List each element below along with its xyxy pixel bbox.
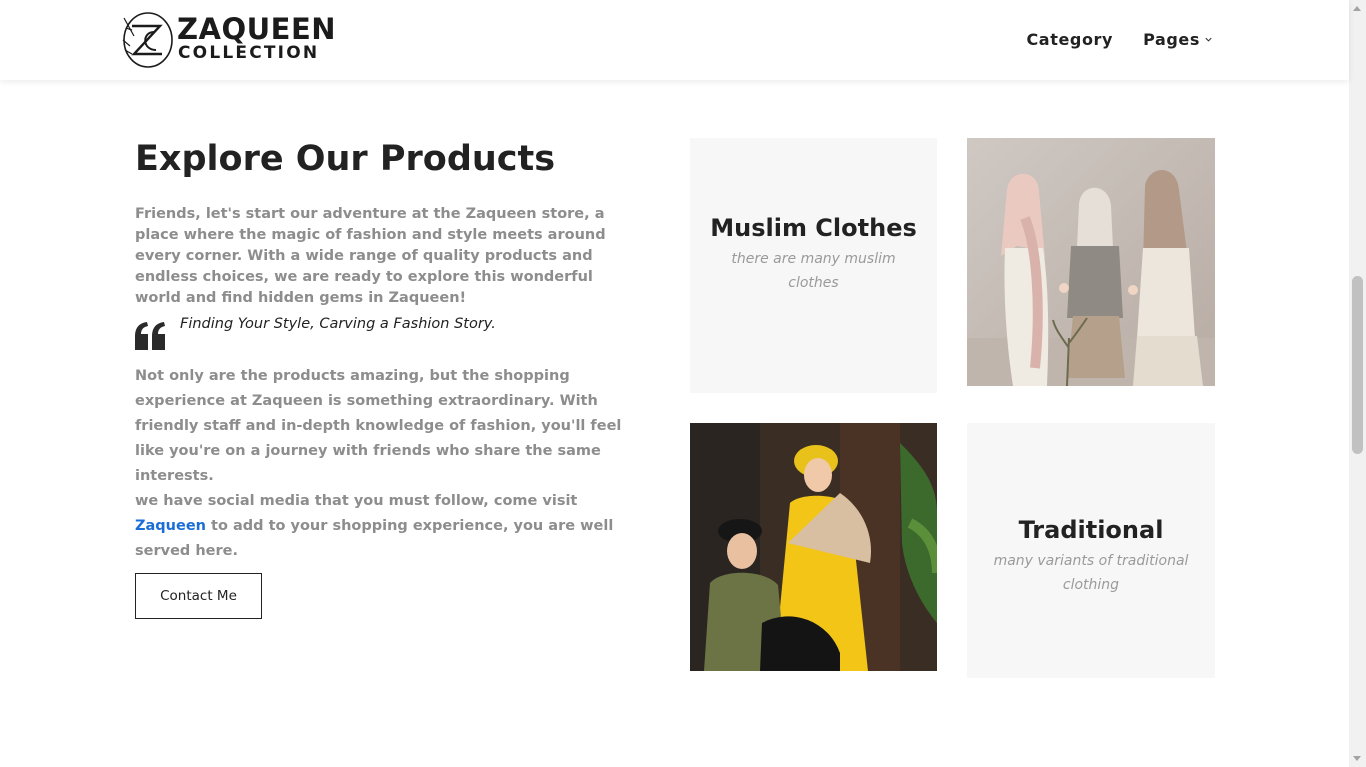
nav-item-category[interactable]: Category xyxy=(1026,30,1113,49)
product-card-title: Muslim Clothes xyxy=(710,213,917,242)
social-paragraph: we have social media that you must follo… xyxy=(135,489,625,564)
nav-item-label: Pages xyxy=(1143,30,1200,49)
quote-text: Finding Your Style, Carving a Fashion St… xyxy=(180,316,496,332)
quote-icon xyxy=(135,322,165,350)
product-image-hijab-women[interactable] xyxy=(967,138,1215,386)
scroll-up-icon[interactable] xyxy=(1353,6,1361,11)
brand-logo[interactable]: ZAQUEEN COLLECTION xyxy=(118,8,336,70)
traditional-couple-photo xyxy=(690,423,937,671)
social-text-after: to add to your shopping experience, you … xyxy=(135,518,614,559)
zc-monogram-logo-icon xyxy=(122,12,173,68)
scroll-down-icon[interactable] xyxy=(1353,756,1361,761)
social-text-before: we have social media that you must follo… xyxy=(135,493,578,509)
nav-item-pages[interactable]: Pages xyxy=(1143,30,1213,49)
section-title: Explore Our Products xyxy=(135,139,556,179)
main-nav: Category Pages xyxy=(1026,30,1213,49)
site-header: ZAQUEEN COLLECTION Category Pages xyxy=(0,0,1349,80)
logo-text-line2: COLLECTION xyxy=(178,43,320,63)
product-card-traditional[interactable]: Traditional many variants of traditional… xyxy=(967,423,1215,678)
zaqueen-social-link[interactable]: Zaqueen xyxy=(135,518,206,534)
product-image-traditional-couple[interactable] xyxy=(690,423,937,671)
intro-paragraph: Friends, let's start our adventure at th… xyxy=(135,206,606,306)
page-scrollbar[interactable] xyxy=(1349,0,1366,767)
body-paragraph: Not only are the products amazing, but t… xyxy=(135,368,622,484)
scrollbar-thumb[interactable] xyxy=(1352,276,1363,454)
product-card-title: Traditional xyxy=(1018,515,1164,544)
product-card-subtitle: there are many muslim clothes xyxy=(731,250,896,291)
product-card-subtitle: many variants of traditional clothing xyxy=(993,552,1189,593)
product-card-muslim-clothes[interactable]: Muslim Clothes there are many muslim clo… xyxy=(690,138,937,393)
contact-me-button[interactable]: Contact Me xyxy=(135,573,262,619)
hijab-women-photo xyxy=(967,138,1215,386)
chevron-down-icon xyxy=(1205,37,1212,42)
logo-text-line1: ZAQUEEN xyxy=(177,12,337,46)
nav-item-label: Category xyxy=(1026,30,1114,49)
